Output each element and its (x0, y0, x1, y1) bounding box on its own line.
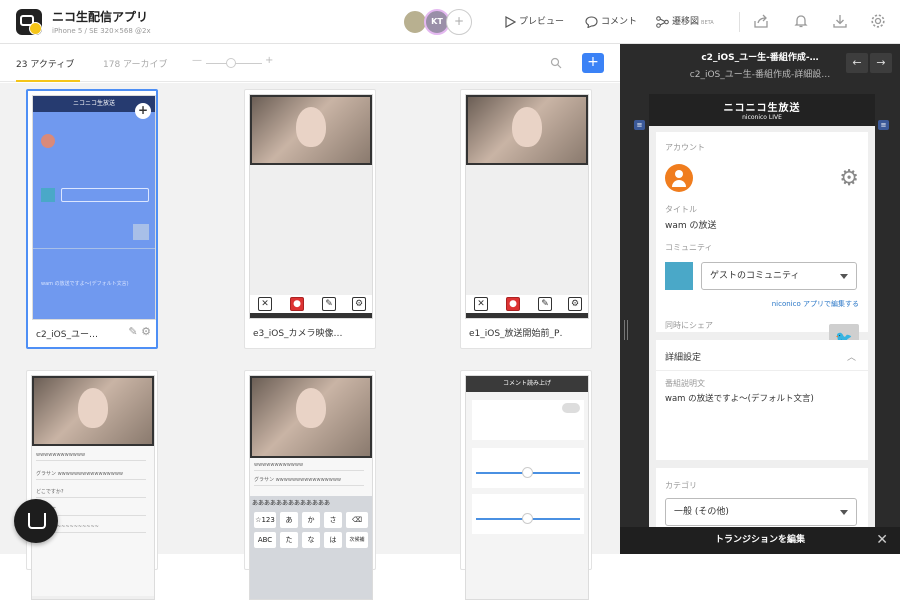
title-value[interactable]: wam の放送 (665, 218, 717, 231)
comment-button[interactable]: コメント (585, 14, 637, 30)
desc-label: 番組説明文 (665, 379, 705, 388)
comment-icon (585, 15, 598, 28)
bell-icon[interactable] (793, 13, 809, 29)
edit-transition-bar[interactable]: トランジションを編集 ✕ (620, 527, 900, 554)
screen-card[interactable]: コメント読み上げ (460, 370, 592, 600)
camera-preview (32, 376, 154, 446)
screen-thumbnail[interactable]: ✕ ● ✎ ⚙ (465, 94, 589, 319)
camera-preview (466, 95, 588, 165)
tab-archive[interactable]: 178 アーカイブ (103, 57, 168, 70)
chevron-up-icon[interactable]: ︿ (847, 350, 856, 363)
add-screen-button[interactable]: + (582, 53, 604, 73)
screen-name[interactable]: c2_iOS_ユー… (36, 327, 130, 340)
camera-preview (250, 376, 372, 458)
category-select[interactable]: 一般 (その他) (665, 498, 857, 526)
screen-card[interactable]: ✕ ● ✎ ⚙ e1_iOS_放送開始前_P… (460, 89, 592, 349)
play-icon (505, 15, 517, 28)
edit-in-app-link[interactable]: niconico アプリで編集する (772, 299, 859, 309)
screen-preview[interactable]: ニコニコ生放送 niconico LIVE アカウント ⚙ タイトル wam の放… (649, 94, 875, 527)
app-title: ニコ生配信アプリ (52, 10, 149, 24)
screen-card[interactable]: ニコニコ生放送 + wam の放送ですよ〜(デフォルト文言) c2_iOS_ユー… (26, 89, 158, 349)
screen-thumbnail[interactable]: wwwwwwwwwwww グラサン wwwwwwwwwwwwwwww どこですか… (31, 375, 155, 600)
active-tab-indicator (16, 80, 80, 82)
screen-name[interactable]: e3_iOS_カメラ映像… (253, 326, 347, 339)
screen-thumbnail[interactable]: wwwwwwwwwwww グラサン wwwwwwwwwwwwwwww あああああ… (249, 375, 373, 600)
title-label: タイトル (665, 205, 697, 214)
search-icon[interactable] (550, 57, 562, 69)
screen-card[interactable]: ✕ ● ✎ ⚙ e3_iOS_カメラ映像… (244, 89, 376, 349)
gear-icon[interactable] (870, 13, 886, 29)
tab-active[interactable]: 23 アクティブ (16, 57, 74, 70)
panel-title: c2_iOS_ユー生-番組作成-… (701, 53, 819, 63)
chat-support-button[interactable] (14, 499, 58, 543)
status-bar (466, 313, 588, 318)
download-icon[interactable] (832, 13, 848, 29)
preview-button[interactable]: プレビュー (504, 14, 564, 30)
advanced-label[interactable]: 詳細設定 (665, 350, 701, 363)
broadcast-controls: ✕ ● ✎ ⚙ (250, 295, 372, 313)
panel-resize-handle[interactable] (624, 320, 628, 340)
app-icon[interactable] (16, 9, 42, 35)
phone-header: ニコニコ生放送 niconico LIVE (649, 94, 875, 126)
next-screen-button[interactable]: → (870, 53, 892, 73)
flow-icon (656, 15, 669, 28)
top-bar: ニコ生配信アプリ iPhone 5 / SE 320×568 @2x KT + … (0, 0, 900, 44)
category-label: カテゴリ (665, 481, 697, 490)
zoom-in-button[interactable]: + (265, 55, 273, 66)
camera-preview (250, 95, 372, 165)
divider (739, 12, 740, 32)
screen-thumbnail[interactable]: コメント読み上げ (465, 375, 589, 600)
desc-value[interactable]: wam の放送ですよ〜(デフォルト文言) (665, 392, 814, 404)
settings-icon[interactable]: ⚙ (141, 325, 151, 338)
community-select[interactable]: ゲストのコミュニティ (701, 262, 857, 290)
add-collaborator-button[interactable]: + (446, 9, 472, 35)
right-handle-icon[interactable]: ≡ (878, 120, 889, 130)
gear-icon[interactable]: ⚙ (839, 166, 859, 191)
screen-list-toolbar: 23 アクティブ 178 アーカイブ — + + (0, 44, 620, 82)
thumb-header: コメント読み上げ (466, 376, 588, 392)
basic-settings-section: アカウント ⚙ タイトル wam の放送 コミュニティ ゲストのコミュニティ n… (656, 132, 868, 354)
community-label: コミュニティ (665, 243, 713, 252)
card-tools: ✎ ⚙ (128, 325, 151, 338)
edit-icon[interactable]: ✎ (128, 325, 137, 338)
comment-list: wwwwwwwwwwww グラサン wwwwwwwwwwwwwwww (250, 458, 372, 498)
share-icon[interactable] (753, 13, 769, 29)
keyboard: あああああああああああああ ☆123 あ か さ ⌫ ABC た な は 次候補 (250, 496, 372, 599)
screen-card[interactable]: wwwwwwwwwwww グラサン wwwwwwwwwwwwwwww あああああ… (244, 370, 376, 600)
screen-name[interactable]: e1_iOS_放送開始前_P… (469, 326, 563, 339)
screen-grid: ニコニコ生放送 + wam の放送ですよ〜(デフォルト文言) c2_iOS_ユー… (0, 83, 620, 600)
prev-screen-button[interactable]: ← (846, 53, 868, 73)
kbd-input: あああああああああああああ (252, 500, 331, 507)
panel-subtitle: c2_iOS_ユー生-番組作成-詳細設… (689, 70, 831, 80)
account-label: アカウント (665, 143, 705, 152)
advanced-settings-section: 詳細設定 ︿ 番組説明文 wam の放送ですよ〜(デフォルト文言) カテゴリ 一… (656, 340, 868, 527)
screen-thumbnail[interactable]: ニコニコ生放送 + wam の放送ですよ〜(デフォルト文言) (32, 95, 156, 320)
left-handle-icon[interactable]: ≡ (634, 120, 645, 130)
flow-diagram-button[interactable]: 遷移図 BETA (656, 14, 714, 30)
screen-detail-panel: c2_iOS_ユー生-番組作成-… c2_iOS_ユー生-番組作成-詳細設… ←… (620, 44, 900, 554)
account-avatar[interactable] (665, 164, 693, 192)
device-info: iPhone 5 / SE 320×568 @2x (52, 27, 151, 35)
add-hotspot-icon[interactable]: + (135, 103, 151, 119)
screen-thumbnail[interactable]: ✕ ● ✎ ⚙ (249, 94, 373, 319)
share-label: 同時にシェア (665, 321, 713, 330)
zoom-slider-handle[interactable] (226, 58, 236, 68)
community-icon (665, 262, 693, 290)
close-icon[interactable]: ✕ (876, 527, 888, 554)
status-bar (250, 313, 372, 318)
broadcast-controls: ✕ ● ✎ ⚙ (466, 295, 588, 313)
zoom-out-button[interactable]: — (192, 55, 202, 66)
